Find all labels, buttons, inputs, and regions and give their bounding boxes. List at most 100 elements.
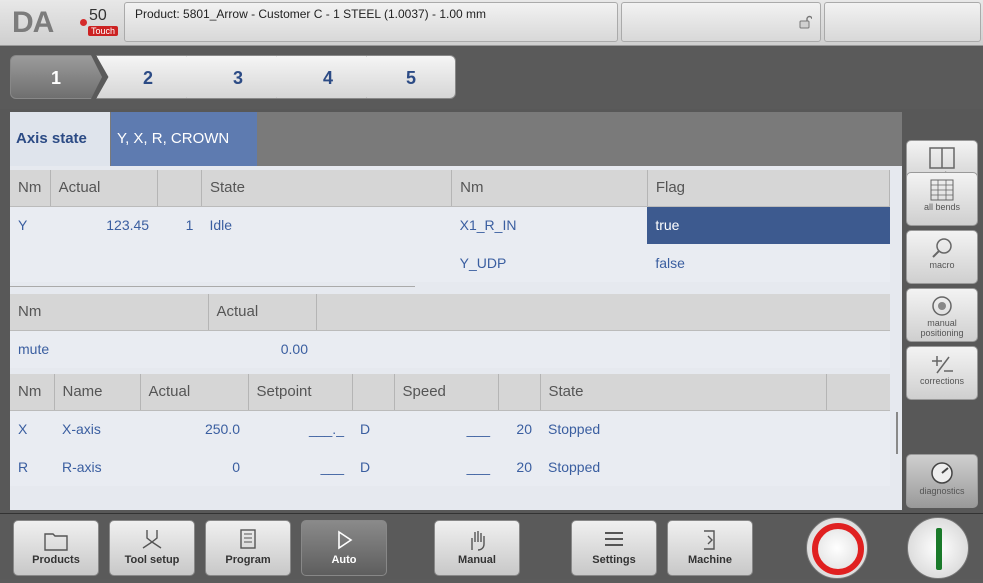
- step-2[interactable]: 2: [96, 55, 200, 99]
- cell-nm: [10, 244, 50, 282]
- macro-button[interactable]: macro: [906, 230, 978, 284]
- cell-filler: [826, 410, 890, 448]
- corrections-label: corrections: [919, 376, 964, 386]
- grid-table-icon: [930, 179, 954, 201]
- cell-nm: Y: [18, 217, 28, 234]
- col-nm: Nm: [10, 374, 55, 411]
- lock-icon[interactable]: [798, 15, 812, 29]
- logo: DA 50 Touch: [12, 6, 122, 40]
- cell-state: [201, 244, 451, 282]
- step-4[interactable]: 4: [276, 55, 380, 99]
- cell-actual: [50, 244, 157, 282]
- step-3[interactable]: 3: [186, 55, 290, 99]
- table-row[interactable]: X X-axis 250.0 ___._ D ___ 20 Stopped: [10, 410, 890, 448]
- stop-button[interactable]: [806, 517, 868, 579]
- cell-actual: 0.00: [280, 341, 308, 358]
- table-row[interactable]: Y_UDP false: [10, 244, 890, 282]
- cell-speed[interactable]: ___: [394, 410, 498, 448]
- hand-icon: [471, 531, 485, 551]
- col-value: [498, 374, 541, 411]
- cell-flag-selected[interactable]: true: [647, 206, 890, 244]
- magnifier-icon: [932, 238, 952, 258]
- stop-icon: [812, 523, 864, 575]
- machine-icon: [704, 530, 715, 550]
- tab-axes-group[interactable]: Y, X, R, CROWN: [111, 112, 257, 166]
- table-row[interactable]: Y 123.45 1 Idle X1_R_IN true: [10, 206, 890, 244]
- cell-setpoint[interactable]: ___: [248, 448, 352, 486]
- status-field[interactable]: [621, 2, 821, 42]
- cell-nm: R: [18, 459, 29, 475]
- cell-nm2: Y_UDP: [459, 255, 507, 271]
- all-bends-button[interactable]: all bends: [906, 172, 978, 226]
- start-icon: [936, 528, 942, 570]
- col-nm: Nm: [10, 294, 209, 331]
- col-speed: Speed: [394, 374, 499, 411]
- cell-filler: [826, 448, 890, 486]
- program-button[interactable]: Program: [205, 520, 291, 576]
- machine-button[interactable]: Machine: [667, 520, 753, 576]
- split-panel-icon: [929, 147, 955, 169]
- cell-state: Stopped: [548, 421, 601, 438]
- header-right-field[interactable]: [824, 2, 981, 42]
- settings-label: Settings: [592, 554, 636, 566]
- scrollbar[interactable]: [896, 412, 898, 454]
- cell-state: Idle: [209, 217, 233, 234]
- step-5[interactable]: 5: [366, 55, 456, 99]
- col-name: Name: [54, 374, 141, 411]
- cell-speed[interactable]: ___: [394, 448, 498, 486]
- tab-axis-state[interactable]: Axis state: [10, 112, 110, 166]
- machine-label: Machine: [687, 554, 732, 566]
- cell-value: 20: [516, 421, 532, 438]
- corrections-button[interactable]: corrections: [906, 346, 978, 400]
- cell-nm: mute: [18, 341, 50, 358]
- cell-actual: 123.45: [106, 217, 150, 234]
- product-info[interactable]: Product: 5801_Arrow - Customer C - 1 STE…: [124, 2, 618, 42]
- diagnostics-button[interactable]: diagnostics: [906, 454, 978, 508]
- cell-setpoint[interactable]: ___._: [248, 410, 352, 448]
- col-actual: Actual: [208, 294, 317, 331]
- col-setpoint: Setpoint: [248, 374, 353, 411]
- table-header: Nm Actual State Nm Flag: [10, 170, 891, 207]
- cell-nm2: X1_R_IN: [459, 217, 517, 234]
- settings-button[interactable]: Settings: [571, 520, 657, 576]
- all-bends-label: all bends: [923, 202, 961, 212]
- logo-brand: DA: [12, 6, 54, 39]
- table-header: Nm Actual: [10, 294, 890, 331]
- cell-mode: D: [360, 421, 371, 438]
- step-bar: 1 2 3 4 5: [0, 47, 983, 109]
- cell-mode: D: [360, 459, 371, 475]
- folder-icon: [44, 533, 68, 551]
- axes-table: Nm Name Actual Setpoint Speed State X X-…: [10, 374, 890, 486]
- cell-num: [157, 244, 201, 282]
- col-nm2: Nm: [451, 170, 648, 207]
- program-label: Program: [225, 554, 271, 566]
- logo-touch: Touch: [88, 26, 119, 36]
- col-filler: [826, 374, 890, 411]
- cell-flag[interactable]: false: [647, 244, 889, 282]
- step-1[interactable]: 1: [10, 55, 102, 99]
- cell-name: R-axis: [62, 459, 102, 475]
- products-button[interactable]: Products: [13, 520, 99, 576]
- cell-name: X-axis: [62, 421, 101, 438]
- axis-state-table: Nm Actual State Nm Flag Y 123.45 1 Idle …: [10, 170, 891, 282]
- table-row[interactable]: mute 0.00: [10, 330, 890, 368]
- tool-setup-button[interactable]: Tool setup: [109, 520, 195, 576]
- products-label: Products: [32, 554, 80, 566]
- auto-label: Auto: [331, 554, 357, 566]
- cell-value: 20: [516, 459, 532, 475]
- gauge-icon: [931, 462, 953, 484]
- logo-dot: [80, 19, 87, 26]
- macro-label: macro: [929, 260, 955, 270]
- start-button[interactable]: [907, 517, 969, 579]
- header-bar: DA 50 Touch Product: 5801_Arrow - Custom…: [0, 0, 983, 46]
- cell-state: Stopped: [548, 459, 601, 475]
- col-mode: [352, 374, 395, 411]
- auto-button[interactable]: Auto: [301, 520, 387, 576]
- col-filler: [316, 294, 890, 331]
- plus-minus-icon: [932, 356, 953, 374]
- tool-icon: [142, 530, 162, 549]
- table-row[interactable]: R R-axis 0 ___ D ___ 20 Stopped: [10, 448, 890, 486]
- manual-button[interactable]: Manual: [434, 520, 520, 576]
- manual-positioning-button[interactable]: manual positioning: [906, 288, 978, 342]
- cell-num: 1: [185, 217, 194, 234]
